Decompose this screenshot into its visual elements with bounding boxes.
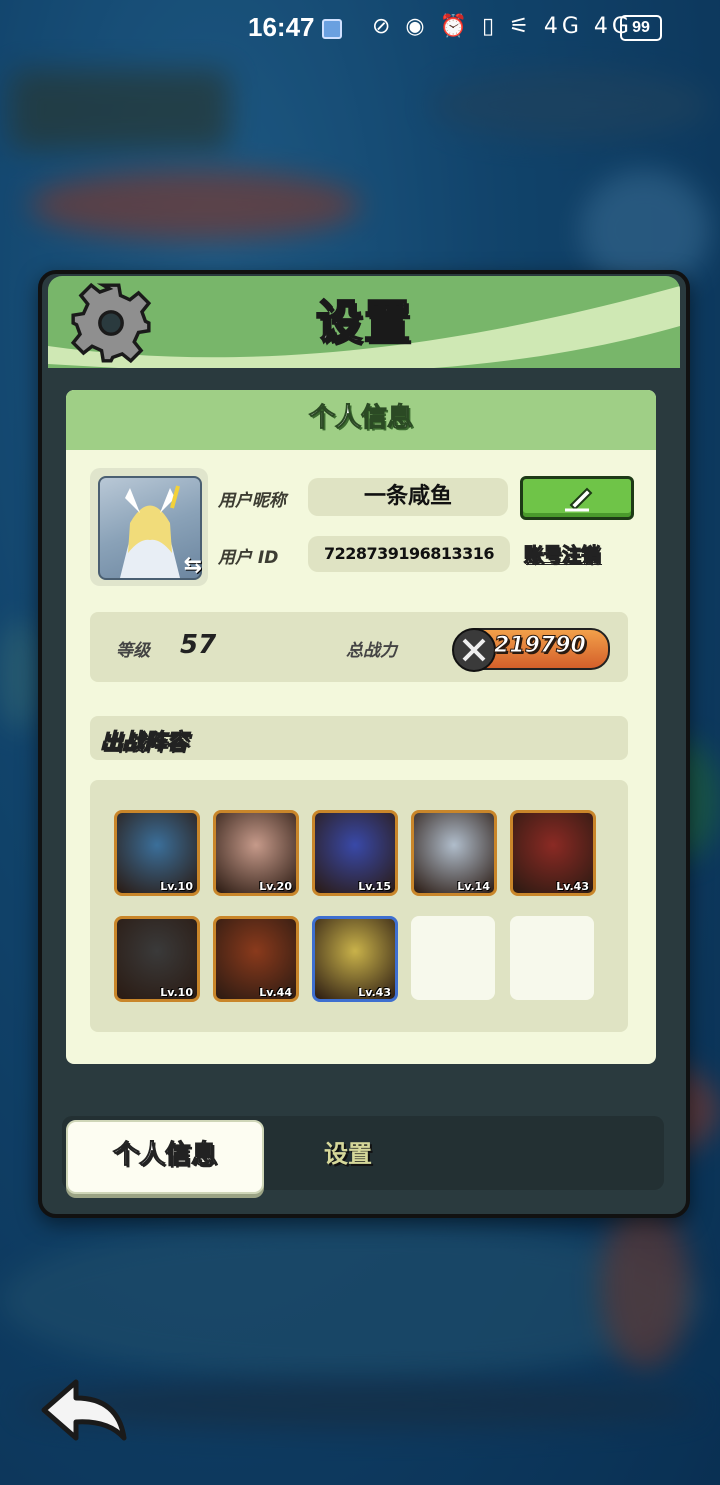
user-id-label: 用户 ID: [218, 548, 279, 568]
status-icons: ⊘ ◉ ⏰ ▯ ⚟ 4G 4G: [372, 14, 633, 39]
personal-info-panel: 个人信息 ⇆ 用户昵称 一条咸鱼 用户 ID 7228739196813316 …: [66, 390, 656, 1064]
swap-icon: ⇆: [183, 553, 202, 578]
hero-slot[interactable]: Lv.10: [114, 916, 200, 1002]
dialog-header: 设置: [48, 276, 680, 368]
notification-icon: [322, 19, 342, 39]
lineup-header: 出战阵容: [90, 716, 628, 760]
hero-level: Lv.10: [160, 880, 193, 893]
hero-slot[interactable]: Lv.14: [411, 810, 497, 896]
lineup-title: 出战阵容: [99, 730, 189, 756]
hero-slot[interactable]: Lv.15: [312, 810, 398, 896]
nickname-field: 一条咸鱼: [308, 478, 508, 516]
hero-level: Lv.43: [358, 986, 391, 999]
dialog-title: 设置: [315, 294, 412, 350]
hero-slot[interactable]: Lv.43: [510, 810, 596, 896]
empty-hero-slot[interactable]: [411, 916, 495, 1000]
hero-level: Lv.43: [556, 880, 589, 893]
dialog-tabs: 个人信息 设置: [62, 1116, 664, 1194]
hero-slot[interactable]: Lv.10: [114, 810, 200, 896]
hero-level: Lv.14: [457, 880, 490, 893]
status-bar: 16:47 ⊘ ◉ ⏰ ▯ ⚟ 4G 4G 99: [0, 0, 720, 56]
status-time: 16:47: [248, 12, 315, 42]
tab-settings[interactable]: 设置: [324, 1134, 372, 1169]
empty-hero-slot[interactable]: [510, 916, 594, 1000]
nickname-label: 用户昵称: [218, 491, 286, 511]
stats-row: 等级 57 总战力 219790: [90, 612, 628, 682]
pencil-icon: [565, 487, 593, 512]
hero-slot[interactable]: Lv.20: [213, 810, 299, 896]
avatar[interactable]: ⇆: [90, 468, 208, 586]
settings-dialog: 设置 个人信息 ⇆ 用户昵称 一条咸鱼 用户 ID 72287391968133…: [38, 270, 690, 1218]
lineup-grid: Lv.10 Lv.20 Lv.15 Lv.14 Lv.43 Lv.10 Lv.4…: [90, 780, 628, 1032]
tab-personal-info-label: 个人信息: [112, 1140, 217, 1171]
battery-icon: 99: [620, 15, 662, 41]
level-value: 57: [180, 630, 217, 660]
hero-level: Lv.20: [259, 880, 292, 893]
hero-slot[interactable]: Lv.44: [213, 916, 299, 1002]
user-id-field: 7228739196813316: [308, 536, 510, 572]
hero-level: Lv.15: [358, 880, 391, 893]
level-label: 等级: [116, 641, 150, 661]
panel-title: 个人信息: [66, 390, 656, 450]
hero-level: Lv.44: [259, 986, 292, 999]
hero-slot[interactable]: Lv.43: [312, 916, 398, 1002]
account-cancel-link[interactable]: 账号注销: [523, 540, 600, 567]
power-label: 总战力: [346, 641, 397, 661]
edit-nickname-button[interactable]: [520, 476, 634, 520]
crossed-swords-icon: [452, 628, 496, 672]
back-arrow-icon[interactable]: [38, 1376, 130, 1448]
power-value: 219790: [494, 633, 587, 659]
power-badge: 219790: [452, 628, 610, 672]
hero-level: Lv.10: [160, 986, 193, 999]
tab-personal-info[interactable]: 个人信息: [66, 1120, 264, 1194]
